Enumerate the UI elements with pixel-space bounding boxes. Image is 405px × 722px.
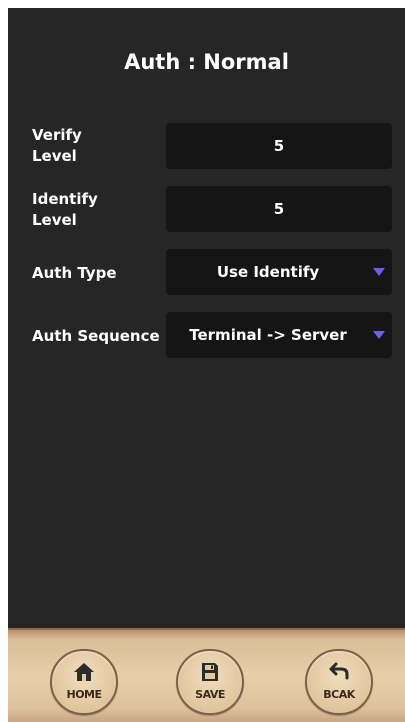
auth-type-value: Use Identify [216,263,320,281]
auth-sequence-dropdown[interactable]: Terminal -> Server [166,312,392,358]
verify-level-label-line1: Verify [32,126,82,144]
home-icon [74,663,94,681]
identify-level-label-line1: Identify [32,190,98,208]
back-arrow-icon [329,662,349,680]
verify-level-field[interactable]: 5 [166,123,392,169]
save-icon [202,663,218,681]
auth-sequence-value: Terminal -> Server [189,326,347,344]
auth-sequence-label: Auth Sequence [32,327,160,345]
identify-level-field[interactable]: 5 [166,186,392,232]
identify-level-value: 5 [273,200,285,218]
identify-level-label-line2: Level [32,211,77,229]
dropdown-arrow-icon [373,331,385,339]
verify-level-label: Verify Level [32,125,82,167]
dropdown-arrow-icon [373,268,385,276]
verify-level-label-line2: Level [32,147,77,165]
verify-level-value: 5 [273,137,285,155]
bottom-navigation-bar: HOME SAVE BCAK [8,628,405,722]
home-button-label: HOME [66,688,102,701]
auth-type-dropdown[interactable]: Use Identify [166,249,392,295]
page-title: Auth : Normal [124,50,289,74]
save-button-label: SAVE [195,688,225,701]
save-button[interactable]: SAVE [176,649,244,715]
auth-settings-screen: Auth : Normal Verify Level 5 Identify Le… [8,8,405,722]
auth-type-label: Auth Type [32,264,117,282]
back-button[interactable]: BCAK [305,649,373,715]
home-button[interactable]: HOME [50,649,118,715]
identify-level-label: Identify Level [32,189,98,231]
back-button-label: BCAK [323,688,355,701]
